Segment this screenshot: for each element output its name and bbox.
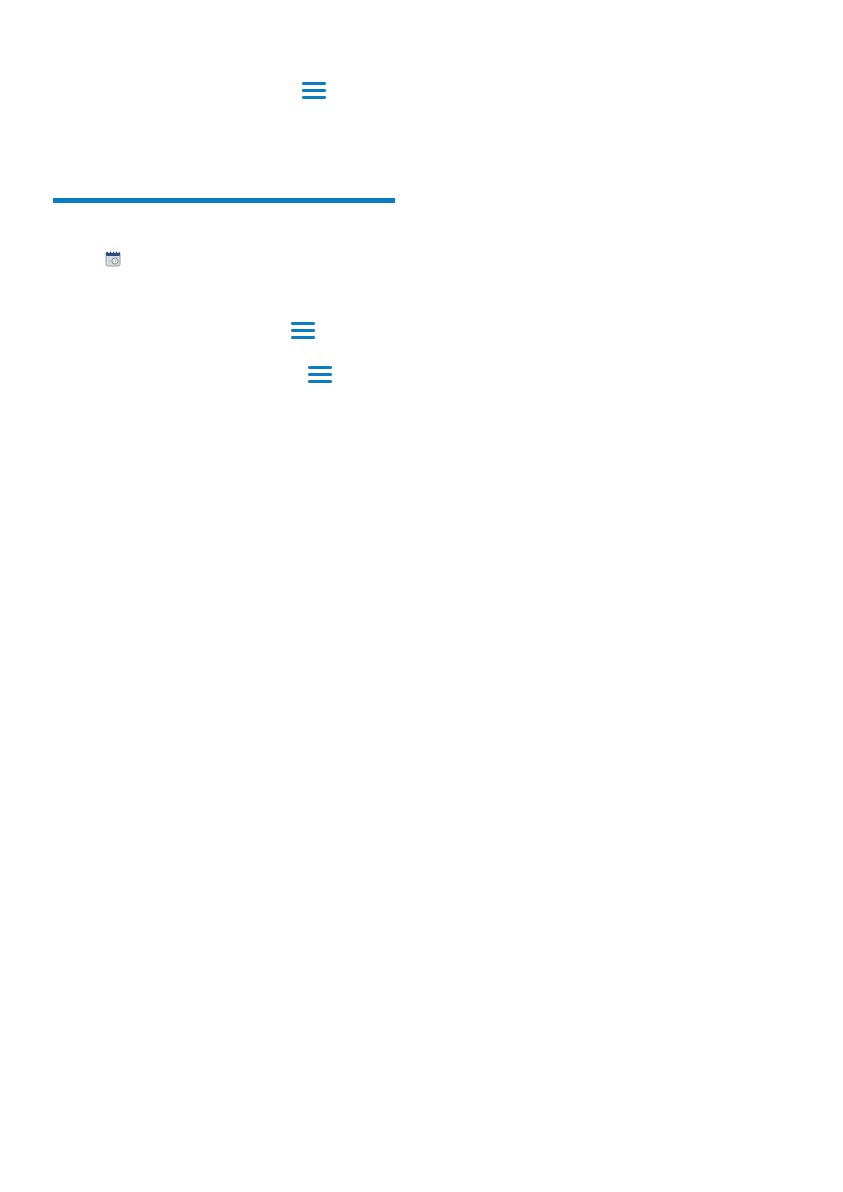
menu-icon-bar: [302, 96, 326, 99]
menu-icon[interactable]: [302, 82, 326, 100]
menu-icon[interactable]: [308, 366, 332, 384]
menu-icon-bar: [308, 366, 332, 369]
menu-icon-bar: [302, 89, 326, 92]
menu-icon[interactable]: [291, 322, 315, 340]
section-divider: [53, 190, 395, 203]
menu-icon-bar: [308, 373, 332, 376]
menu-icon-bar: [291, 329, 315, 332]
menu-icon-bar: [308, 380, 332, 383]
document-page: [0, 0, 843, 1192]
menu-icon-bar: [302, 82, 326, 85]
menu-icon-bar: [291, 336, 315, 339]
calendar-clock-icon: [105, 250, 121, 267]
menu-icon-bar: [291, 322, 315, 325]
